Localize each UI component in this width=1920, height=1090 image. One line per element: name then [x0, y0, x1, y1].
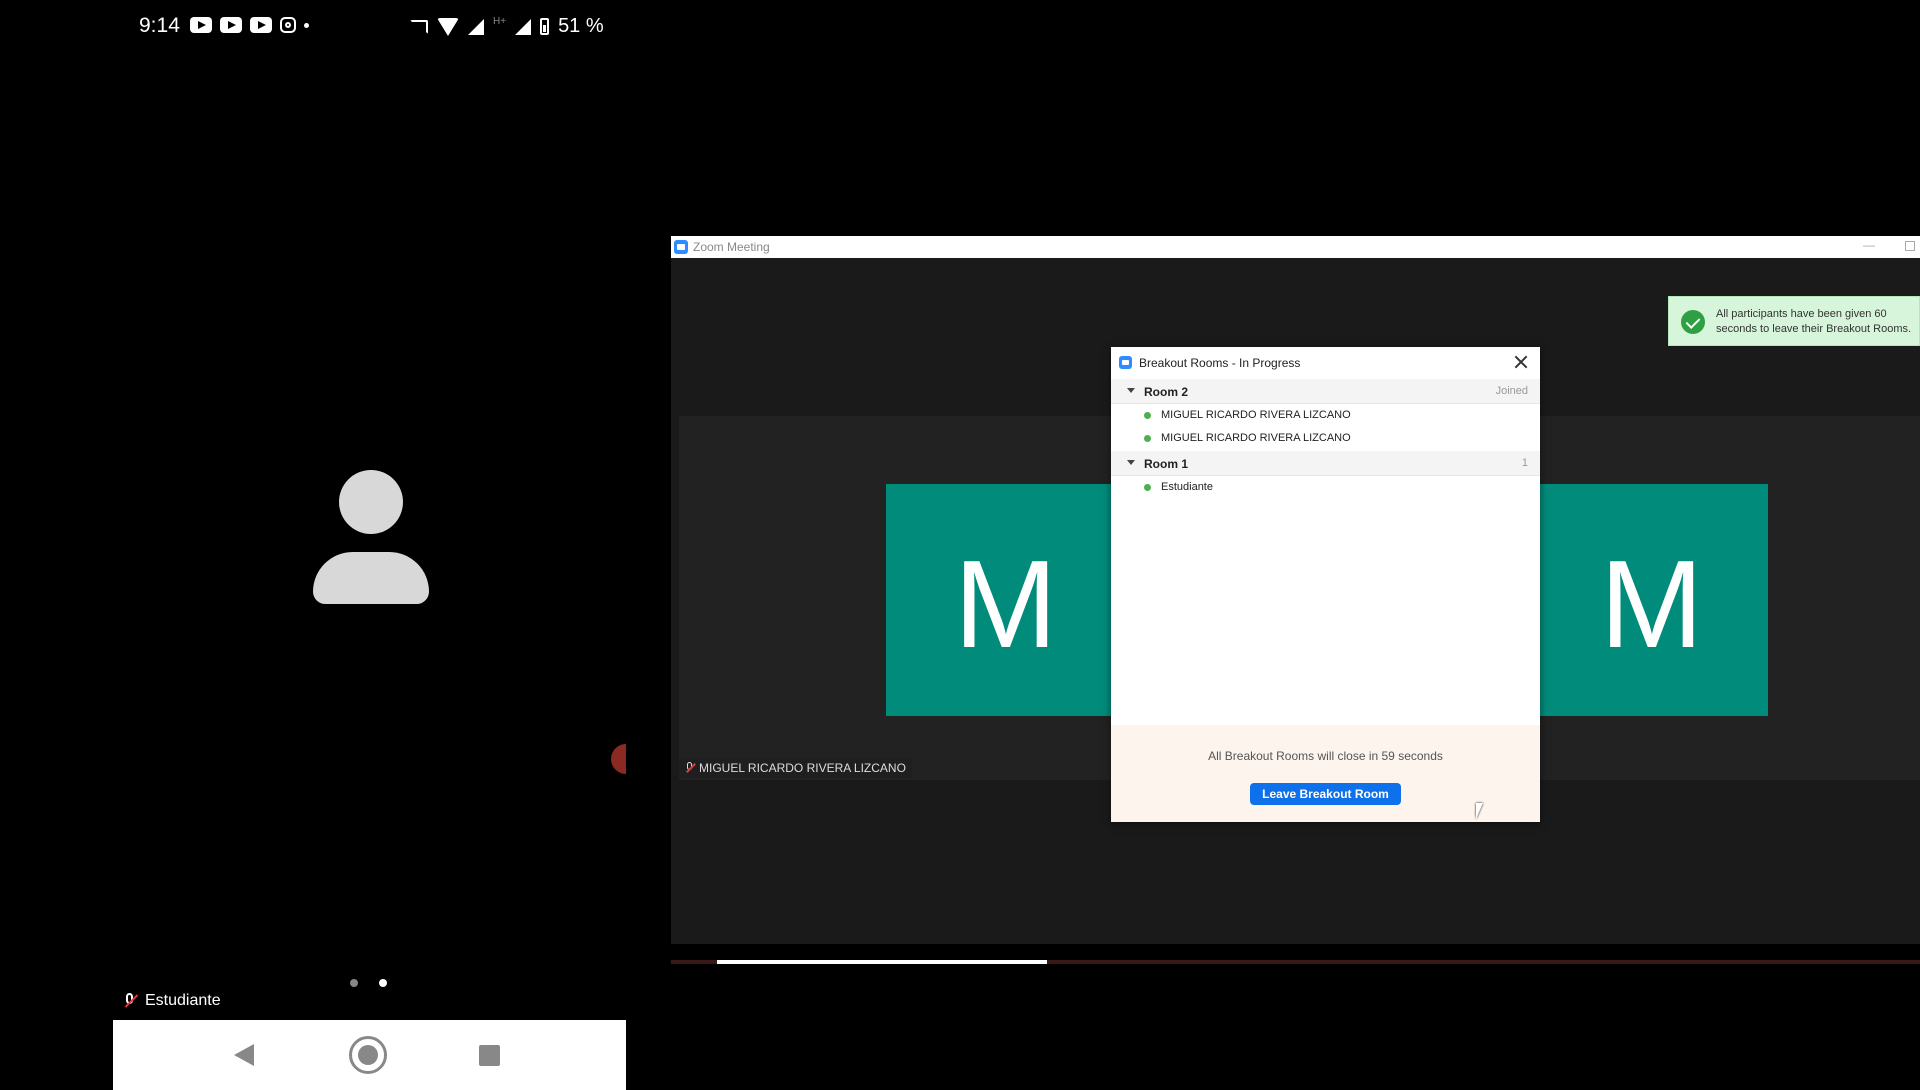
member-name: MIGUEL RICARDO RIVERA LIZCANO [1161, 432, 1351, 444]
progress-fill [717, 960, 1047, 964]
cast-icon [410, 19, 428, 34]
notification-icons [190, 17, 309, 33]
wifi-icon [437, 17, 459, 36]
tile-initial: M [954, 536, 1058, 674]
back-icon[interactable] [234, 1044, 254, 1066]
zoom-logo-icon [1119, 356, 1132, 369]
notification-toast: All participants have been given 60 seco… [1668, 296, 1920, 346]
mouse-cursor-icon [1476, 803, 1483, 819]
status-time: 9:14 [139, 14, 180, 37]
instagram-icon [280, 17, 296, 33]
battery-icon [540, 18, 550, 35]
toast-text: All participants have been given 60 seco… [1716, 308, 1912, 335]
room-name: Room 1 [1144, 457, 1189, 471]
youtube-icon [190, 17, 212, 33]
online-dot-icon [1144, 412, 1151, 419]
video-tile[interactable]: M [886, 484, 1114, 716]
system-icons: H+ 51 % [410, 15, 604, 38]
avatar-placeholder-icon [313, 470, 429, 604]
restore-icon[interactable] [1905, 241, 1915, 251]
caret-down-icon[interactable] [1127, 460, 1135, 465]
zoom-logo-icon [674, 240, 688, 254]
leave-breakout-room-button[interactable]: Leave Breakout Room [1250, 783, 1401, 805]
window-titlebar: Zoom Meeting — [671, 236, 1920, 259]
check-circle-icon [1681, 310, 1705, 334]
room-row[interactable]: Room 1 1 [1111, 451, 1540, 476]
online-dot-icon [1144, 435, 1151, 442]
mic-muted-icon [685, 762, 695, 774]
member-row: MIGUEL RICARDO RIVERA LIZCANO [1111, 404, 1540, 427]
video-name-tag: MIGUEL RICARDO RIVERA LIZCANO [679, 758, 912, 778]
network-type: H+ [493, 16, 507, 27]
video-progress-bar[interactable] [671, 960, 1920, 964]
android-nav-bar [113, 1020, 626, 1090]
room-status: 1 [1521, 457, 1528, 469]
room-name: Room 2 [1144, 385, 1189, 399]
youtube-icon [250, 17, 272, 33]
signal-icon [515, 18, 532, 35]
home-icon[interactable] [349, 1036, 387, 1074]
name-tag-text: MIGUEL RICARDO RIVERA LIZCANO [699, 761, 906, 775]
member-row: Estudiante [1111, 476, 1540, 499]
page-indicator [350, 979, 387, 987]
window-title: Zoom Meeting [693, 240, 770, 254]
member-name: MIGUEL RICARDO RIVERA LIZCANO [1161, 409, 1351, 421]
caret-down-icon[interactable] [1127, 388, 1135, 393]
dialog-header: Breakout Rooms - In Progress [1111, 347, 1540, 380]
dialog-title: Breakout Rooms - In Progress [1139, 356, 1301, 370]
room-row[interactable]: Room 2 Joined [1111, 379, 1540, 404]
page-dot[interactable] [350, 979, 358, 987]
online-dot-icon [1144, 484, 1151, 491]
youtube-icon [220, 17, 242, 33]
member-name: Estudiante [1161, 481, 1213, 493]
recents-icon[interactable] [479, 1045, 500, 1066]
mic-muted-icon [123, 993, 137, 1009]
room-status: Joined [1495, 385, 1528, 397]
phone-screen: 9:14 H+ 51 % Estudiante [113, 0, 626, 1090]
member-row: MIGUEL RICARDO RIVERA LIZCANO [1111, 427, 1540, 450]
more-dot-icon [304, 22, 309, 28]
close-icon[interactable] [1512, 353, 1530, 371]
battery-percent: 51 % [558, 15, 604, 37]
minimize-icon[interactable]: — [1863, 238, 1875, 252]
participant-label: Estudiante [123, 992, 221, 1010]
no-signal-icon [468, 18, 484, 35]
avatar-body [313, 552, 429, 604]
floating-tab-handle[interactable] [611, 744, 626, 774]
breakout-rooms-dialog: Breakout Rooms - In Progress Room 2 Join… [1111, 347, 1540, 822]
tile-initial: M [1600, 536, 1704, 674]
participant-name: Estudiante [145, 992, 221, 1009]
avatar-head [339, 470, 403, 534]
video-tile[interactable]: M [1540, 484, 1768, 716]
page-dot-active[interactable] [379, 979, 387, 987]
countdown-text: All Breakout Rooms will close in 59 seco… [1208, 749, 1443, 763]
status-bar: 9:14 H+ 51 % [113, 0, 626, 54]
